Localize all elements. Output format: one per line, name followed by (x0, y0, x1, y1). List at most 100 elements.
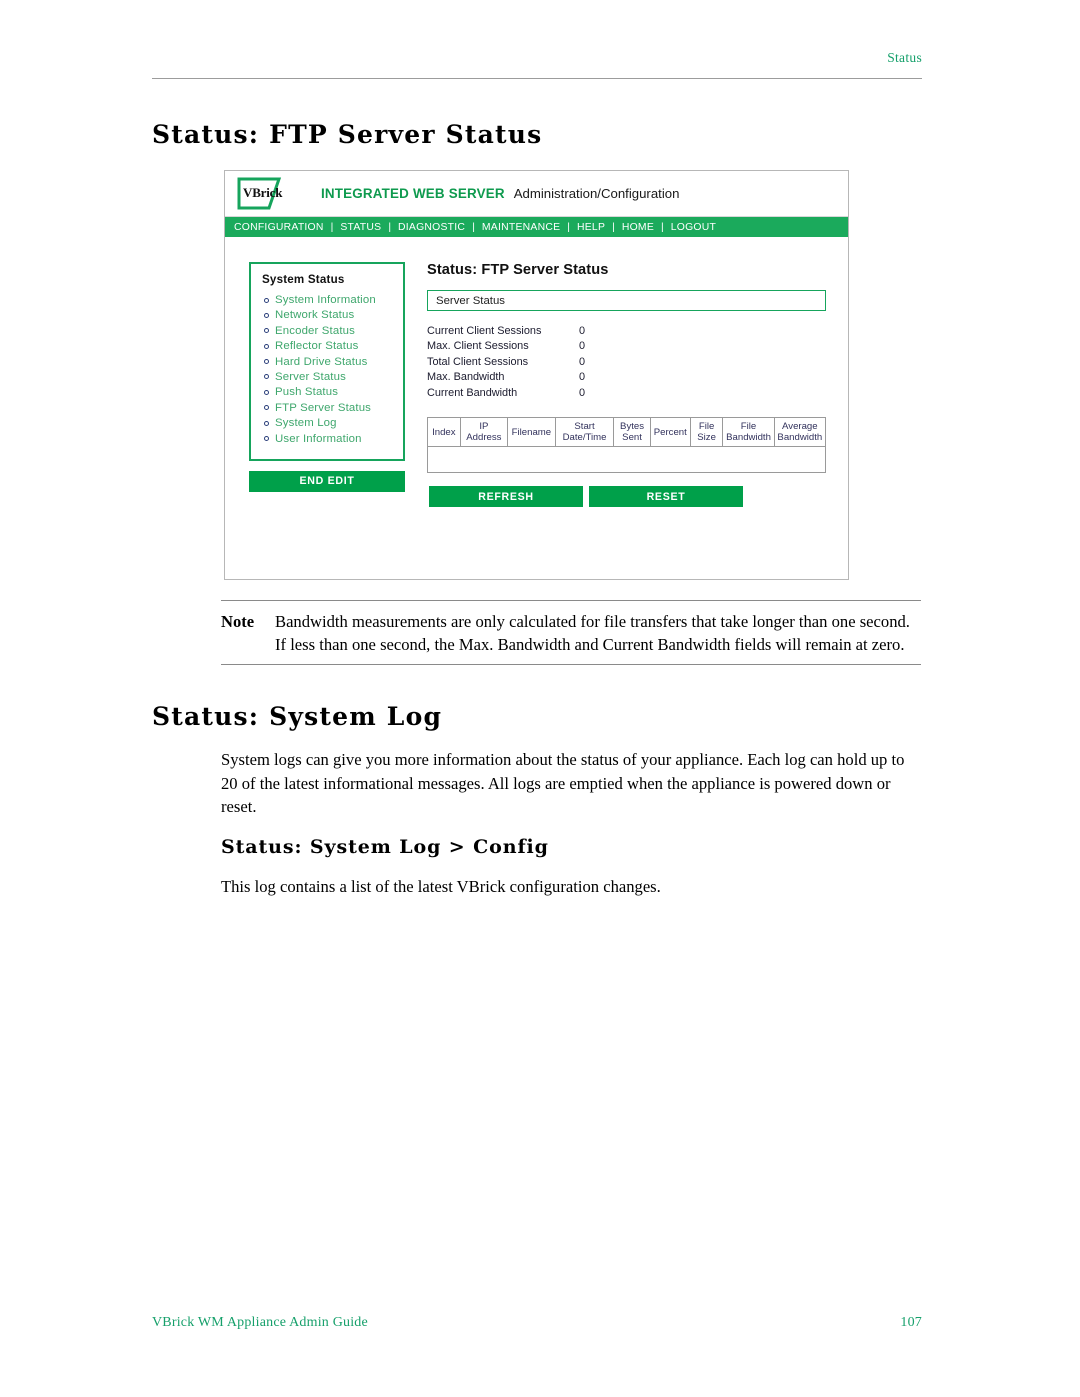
bullet-icon (264, 343, 269, 349)
app-navbar: CONFIGURATION | STATUS | DIAGNOSTIC | MAINTENA… (225, 217, 848, 237)
vbrick-logo-icon: VBrick (235, 177, 295, 211)
nav-separator: | (661, 221, 664, 233)
sidebar-item-label: Network Status (275, 309, 355, 322)
nav-item-configuration[interactable]: CONFIGURATION (234, 222, 324, 233)
end-edit-button[interactable]: END EDIT (249, 470, 405, 492)
sidebar-item-push-status[interactable]: Push Status (264, 386, 393, 398)
nav-item-help[interactable]: HELP (577, 222, 605, 233)
vbrick-logo-text: VBrick (243, 184, 283, 200)
stat-value: 0 (579, 371, 586, 384)
stat-value: 0 (579, 386, 586, 399)
sidebar-item-label: Encoder Status (275, 324, 355, 337)
bullet-icon (264, 405, 269, 411)
sidebar-item-label: Server Status (275, 370, 346, 383)
sidebar-item-label: Hard Drive Status (275, 355, 368, 368)
nav-item-status[interactable]: STATUS (340, 222, 381, 233)
main-panel: Status: FTP Server Status Server Status … (405, 262, 848, 508)
stat-label: Current Client Sessions (427, 325, 542, 337)
nav-item-logout[interactable]: LOGOUT (671, 222, 716, 233)
nav-item-maintenance[interactable]: MAINTENANCE (482, 222, 560, 233)
nav-item-home[interactable]: HOME (622, 222, 654, 233)
table-col-bytes-sent: Bytes Sent (613, 417, 651, 448)
table-empty-cell (427, 446, 826, 474)
table-col-filename: Filename (507, 417, 556, 448)
bullet-icon (264, 297, 269, 303)
stat-label: Max. Client Sessions (427, 340, 529, 353)
ftp-sessions-table: Index IP Address Filename Start Date/Time By… (427, 417, 827, 474)
sidebar-item-label: System Information (275, 294, 376, 306)
stat-value: 0 (579, 355, 586, 368)
nav-separator: | (388, 221, 392, 233)
note-label: Note (221, 612, 255, 631)
sidebar-item-system-log[interactable]: System Log (264, 417, 393, 429)
stat-row-current-bandwidth: Current Bandwidth 0 (427, 386, 826, 401)
table-row (427, 446, 826, 474)
bullet-icon (264, 374, 269, 380)
sidebar-item-network-status[interactable]: Network Status (264, 309, 393, 321)
stat-row-max-bandwidth: Max. Bandwidth 0 (427, 370, 826, 385)
table-col-file-bandwidth: File Bandwidth (722, 417, 775, 448)
server-status-stats: Current Client Sessions 0 Max. Client Sess… (427, 324, 826, 401)
table-col-average-bandwidth: Average Bandwidth (773, 417, 827, 448)
bullet-icon (264, 436, 269, 442)
bullet-icon (264, 420, 269, 426)
sidebar-item-label: Push Status (275, 386, 339, 399)
page-title-ftp-server-status: Status: FTP Server Status (152, 120, 543, 149)
note-rule-bottom (221, 664, 921, 665)
sidebar-box: System Status System Information Network … (249, 262, 405, 461)
app-header-title: INTEGRATED WEB SERVER (321, 186, 505, 201)
bullet-icon (264, 359, 269, 365)
embedded-app-screenshot: VBrick INTEGRATED WEB SERVER Administrat… (224, 170, 849, 580)
nav-item-diagnostic[interactable]: DIAGNOSTIC (398, 222, 465, 233)
nav-separator: | (472, 221, 475, 233)
stat-value: 0 (579, 325, 586, 337)
stat-label: Current Bandwidth (427, 386, 518, 399)
table-col-file-size: File Size (689, 417, 724, 448)
header-rule (152, 78, 922, 79)
sidebar-item-hard-drive-status[interactable]: Hard Drive Status (264, 356, 393, 368)
nav-separator: | (567, 221, 570, 233)
bullet-icon (264, 312, 269, 318)
sidebar-item-label: Reflector Status (275, 340, 359, 353)
nav-separator: | (612, 221, 615, 233)
app-header-subtitle: Administration/Configuration (513, 186, 680, 201)
footer-page-number: 107 (900, 1315, 922, 1330)
table-col-start-date-time: Start Date/Time (554, 417, 615, 448)
table-header-row: Index IP Address Filename Start Date/Time By… (427, 417, 827, 448)
running-head: Status (887, 50, 922, 65)
sidebar-item-ftp-server-status[interactable]: FTP Server Status (264, 402, 393, 414)
bullet-icon (264, 328, 269, 334)
section-title-system-log-config: Status: System Log > Config (221, 836, 549, 858)
refresh-button[interactable]: REFRESH (429, 486, 583, 508)
note-text: Bandwidth measurements are only calculat… (275, 612, 910, 654)
note-block: Note Bandwidth measurements are only cal… (221, 600, 921, 665)
table-col-percent: Percent (649, 417, 691, 448)
sidebar: System Status System Information Network … (249, 262, 405, 507)
bullet-icon (264, 389, 269, 395)
sidebar-item-user-information[interactable]: User Information (264, 433, 393, 445)
stat-row-current-client-sessions: Current Client Sessions 0 (427, 324, 826, 339)
section-bar-server-status: Server Status (427, 290, 826, 311)
nav-separator: | (330, 221, 334, 233)
sidebar-item-label: FTP Server Status (275, 401, 372, 414)
stat-label: Total Client Sessions (427, 355, 529, 368)
action-button-row: REFRESH RESET (427, 486, 826, 508)
stat-value: 0 (579, 340, 586, 353)
sidebar-item-reflector-status[interactable]: Reflector Status (264, 340, 393, 352)
paragraph-system-log: System logs can give you more informatio… (221, 750, 905, 816)
reset-button[interactable]: RESET (589, 486, 743, 508)
sidebar-item-label: User Information (275, 432, 362, 445)
stat-row-max-client-sessions: Max. Client Sessions 0 (427, 339, 826, 354)
sidebar-item-system-information[interactable]: System Information (264, 294, 393, 306)
page-title-system-log: Status: System Log (152, 702, 443, 731)
stat-label: Max. Bandwidth (427, 371, 505, 384)
sidebar-title: System Status (262, 273, 345, 286)
table-col-index: Index (427, 417, 461, 448)
paragraph-system-log-config: This log contains a list of the latest V… (221, 877, 661, 896)
sidebar-item-label: System Log (275, 417, 337, 430)
app-header: VBrick INTEGRATED WEB SERVER Administrat… (225, 171, 848, 217)
sidebar-item-server-status[interactable]: Server Status (264, 371, 393, 383)
sidebar-item-encoder-status[interactable]: Encoder Status (264, 325, 393, 337)
stat-row-total-client-sessions: Total Client Sessions 0 (427, 355, 826, 370)
app-body: System Status System Information Network … (225, 237, 848, 508)
